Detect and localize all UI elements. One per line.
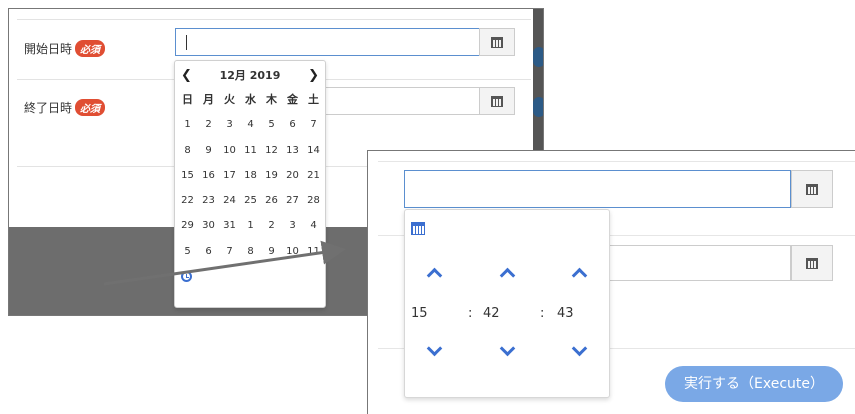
transition-arrow xyxy=(103,240,346,286)
